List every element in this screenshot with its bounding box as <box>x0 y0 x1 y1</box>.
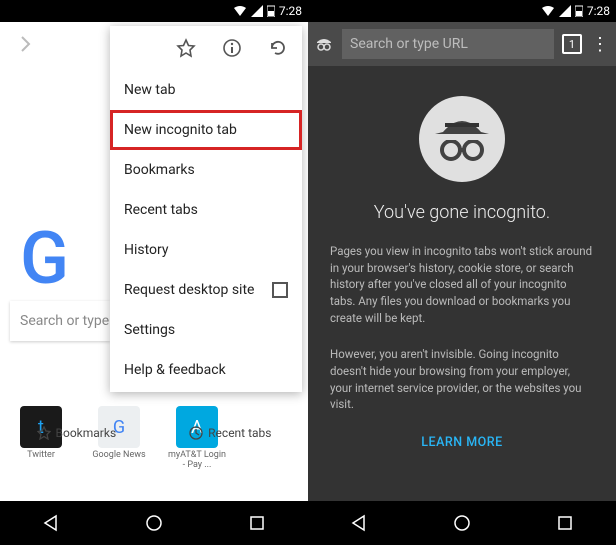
status-bar: 7:28 <box>308 0 616 22</box>
menu-item-label: Request desktop site <box>124 282 254 298</box>
bottom-links: Bookmarks Recent tabs <box>0 413 308 453</box>
recent-tabs-link[interactable]: Recent tabs <box>189 426 271 440</box>
menu-item-history[interactable]: History <box>110 230 302 270</box>
overflow-button[interactable]: ⋮ <box>590 34 610 55</box>
incognito-body: You've gone incognito. Pages you view in… <box>308 66 616 501</box>
signal-icon <box>251 5 263 17</box>
home-button[interactable] <box>134 503 174 543</box>
hat-icon <box>435 114 489 138</box>
home-button[interactable] <box>442 503 482 543</box>
screenshot-right-phone: 7:28 Search or type URL 1 ⋮ You've gone … <box>308 0 616 545</box>
triangle-back-icon <box>42 514 60 532</box>
menu-item-label: Bookmarks <box>124 162 195 178</box>
menu-item-settings[interactable]: Settings <box>110 310 302 350</box>
back-button[interactable] <box>339 503 379 543</box>
incognito-hero-icon <box>419 96 505 182</box>
square-recents-icon <box>249 515 265 531</box>
menu-item-request-desktop-site[interactable]: Request desktop site <box>110 270 302 310</box>
clock-icon <box>189 426 203 440</box>
android-navbar <box>0 501 308 545</box>
reload-button[interactable] <box>258 28 298 68</box>
reload-icon <box>268 38 288 58</box>
overflow-menu: New tab New incognito tab Bookmarks Recent … <box>110 26 302 392</box>
wifi-icon <box>541 5 555 17</box>
shortcut-label: myAT&T Login - Pay ... <box>166 451 228 471</box>
menu-item-label: New tab <box>124 82 175 98</box>
circle-home-icon <box>145 514 163 532</box>
incognito-title: You've gone incognito. <box>374 202 550 223</box>
menu-item-label: Recent tabs <box>124 202 198 218</box>
triangle-back-icon <box>350 514 368 532</box>
incognito-icon <box>314 34 334 54</box>
info-icon <box>222 38 242 58</box>
status-bar: 7:28 <box>0 0 308 22</box>
bookmark-star-button[interactable] <box>166 28 206 68</box>
bookmarks-link[interactable]: Bookmarks <box>37 426 117 440</box>
recents-button[interactable] <box>545 503 585 543</box>
google-logo: G <box>20 216 69 301</box>
tab-count-button[interactable]: 1 <box>562 34 582 54</box>
incognito-paragraph-2: However, you aren't invisible. Going inc… <box>330 346 594 413</box>
circle-home-icon <box>453 514 471 532</box>
menu-item-new-tab[interactable]: New tab <box>110 70 302 110</box>
square-recents-icon <box>557 515 573 531</box>
star-icon <box>176 38 196 58</box>
bookmarks-label: Bookmarks <box>56 426 117 440</box>
menu-item-help-feedback[interactable]: Help & feedback <box>110 350 302 390</box>
battery-icon <box>575 5 583 17</box>
menu-item-label: History <box>124 242 169 258</box>
url-input[interactable]: Search or type URL <box>342 29 554 59</box>
recent-label: Recent tabs <box>208 426 271 440</box>
menu-item-label: Settings <box>124 322 175 338</box>
wifi-icon <box>233 5 247 17</box>
recents-button[interactable] <box>237 503 277 543</box>
glasses-icon <box>435 140 489 164</box>
menu-item-label: New incognito tab <box>124 122 237 138</box>
status-time: 7:28 <box>279 4 302 18</box>
incognito-toolbar: Search or type URL 1 ⋮ <box>308 22 616 66</box>
info-button[interactable] <box>212 28 252 68</box>
signal-icon <box>559 5 571 17</box>
checkbox[interactable] <box>272 282 288 298</box>
menu-item-recent-tabs[interactable]: Recent tabs <box>110 190 302 230</box>
back-button[interactable] <box>31 503 71 543</box>
forward-button[interactable] <box>6 24 46 64</box>
menu-item-label: Help & feedback <box>124 362 226 378</box>
forward-icon <box>16 34 36 54</box>
android-navbar <box>308 501 616 545</box>
incognito-paragraph-1: Pages you view in incognito tabs won't s… <box>330 243 594 326</box>
learn-more-link[interactable]: LEARN MORE <box>421 435 502 450</box>
status-time: 7:28 <box>587 4 610 18</box>
star-icon <box>37 426 51 440</box>
screenshot-left-phone: 7:28 G Search or type U tTwitterGGoogle … <box>0 0 308 545</box>
menu-item-new-incognito-tab[interactable]: New incognito tab <box>110 110 302 150</box>
search-input[interactable]: Search or type U <box>10 301 110 341</box>
battery-icon <box>267 5 275 17</box>
menu-item-bookmarks[interactable]: Bookmarks <box>110 150 302 190</box>
